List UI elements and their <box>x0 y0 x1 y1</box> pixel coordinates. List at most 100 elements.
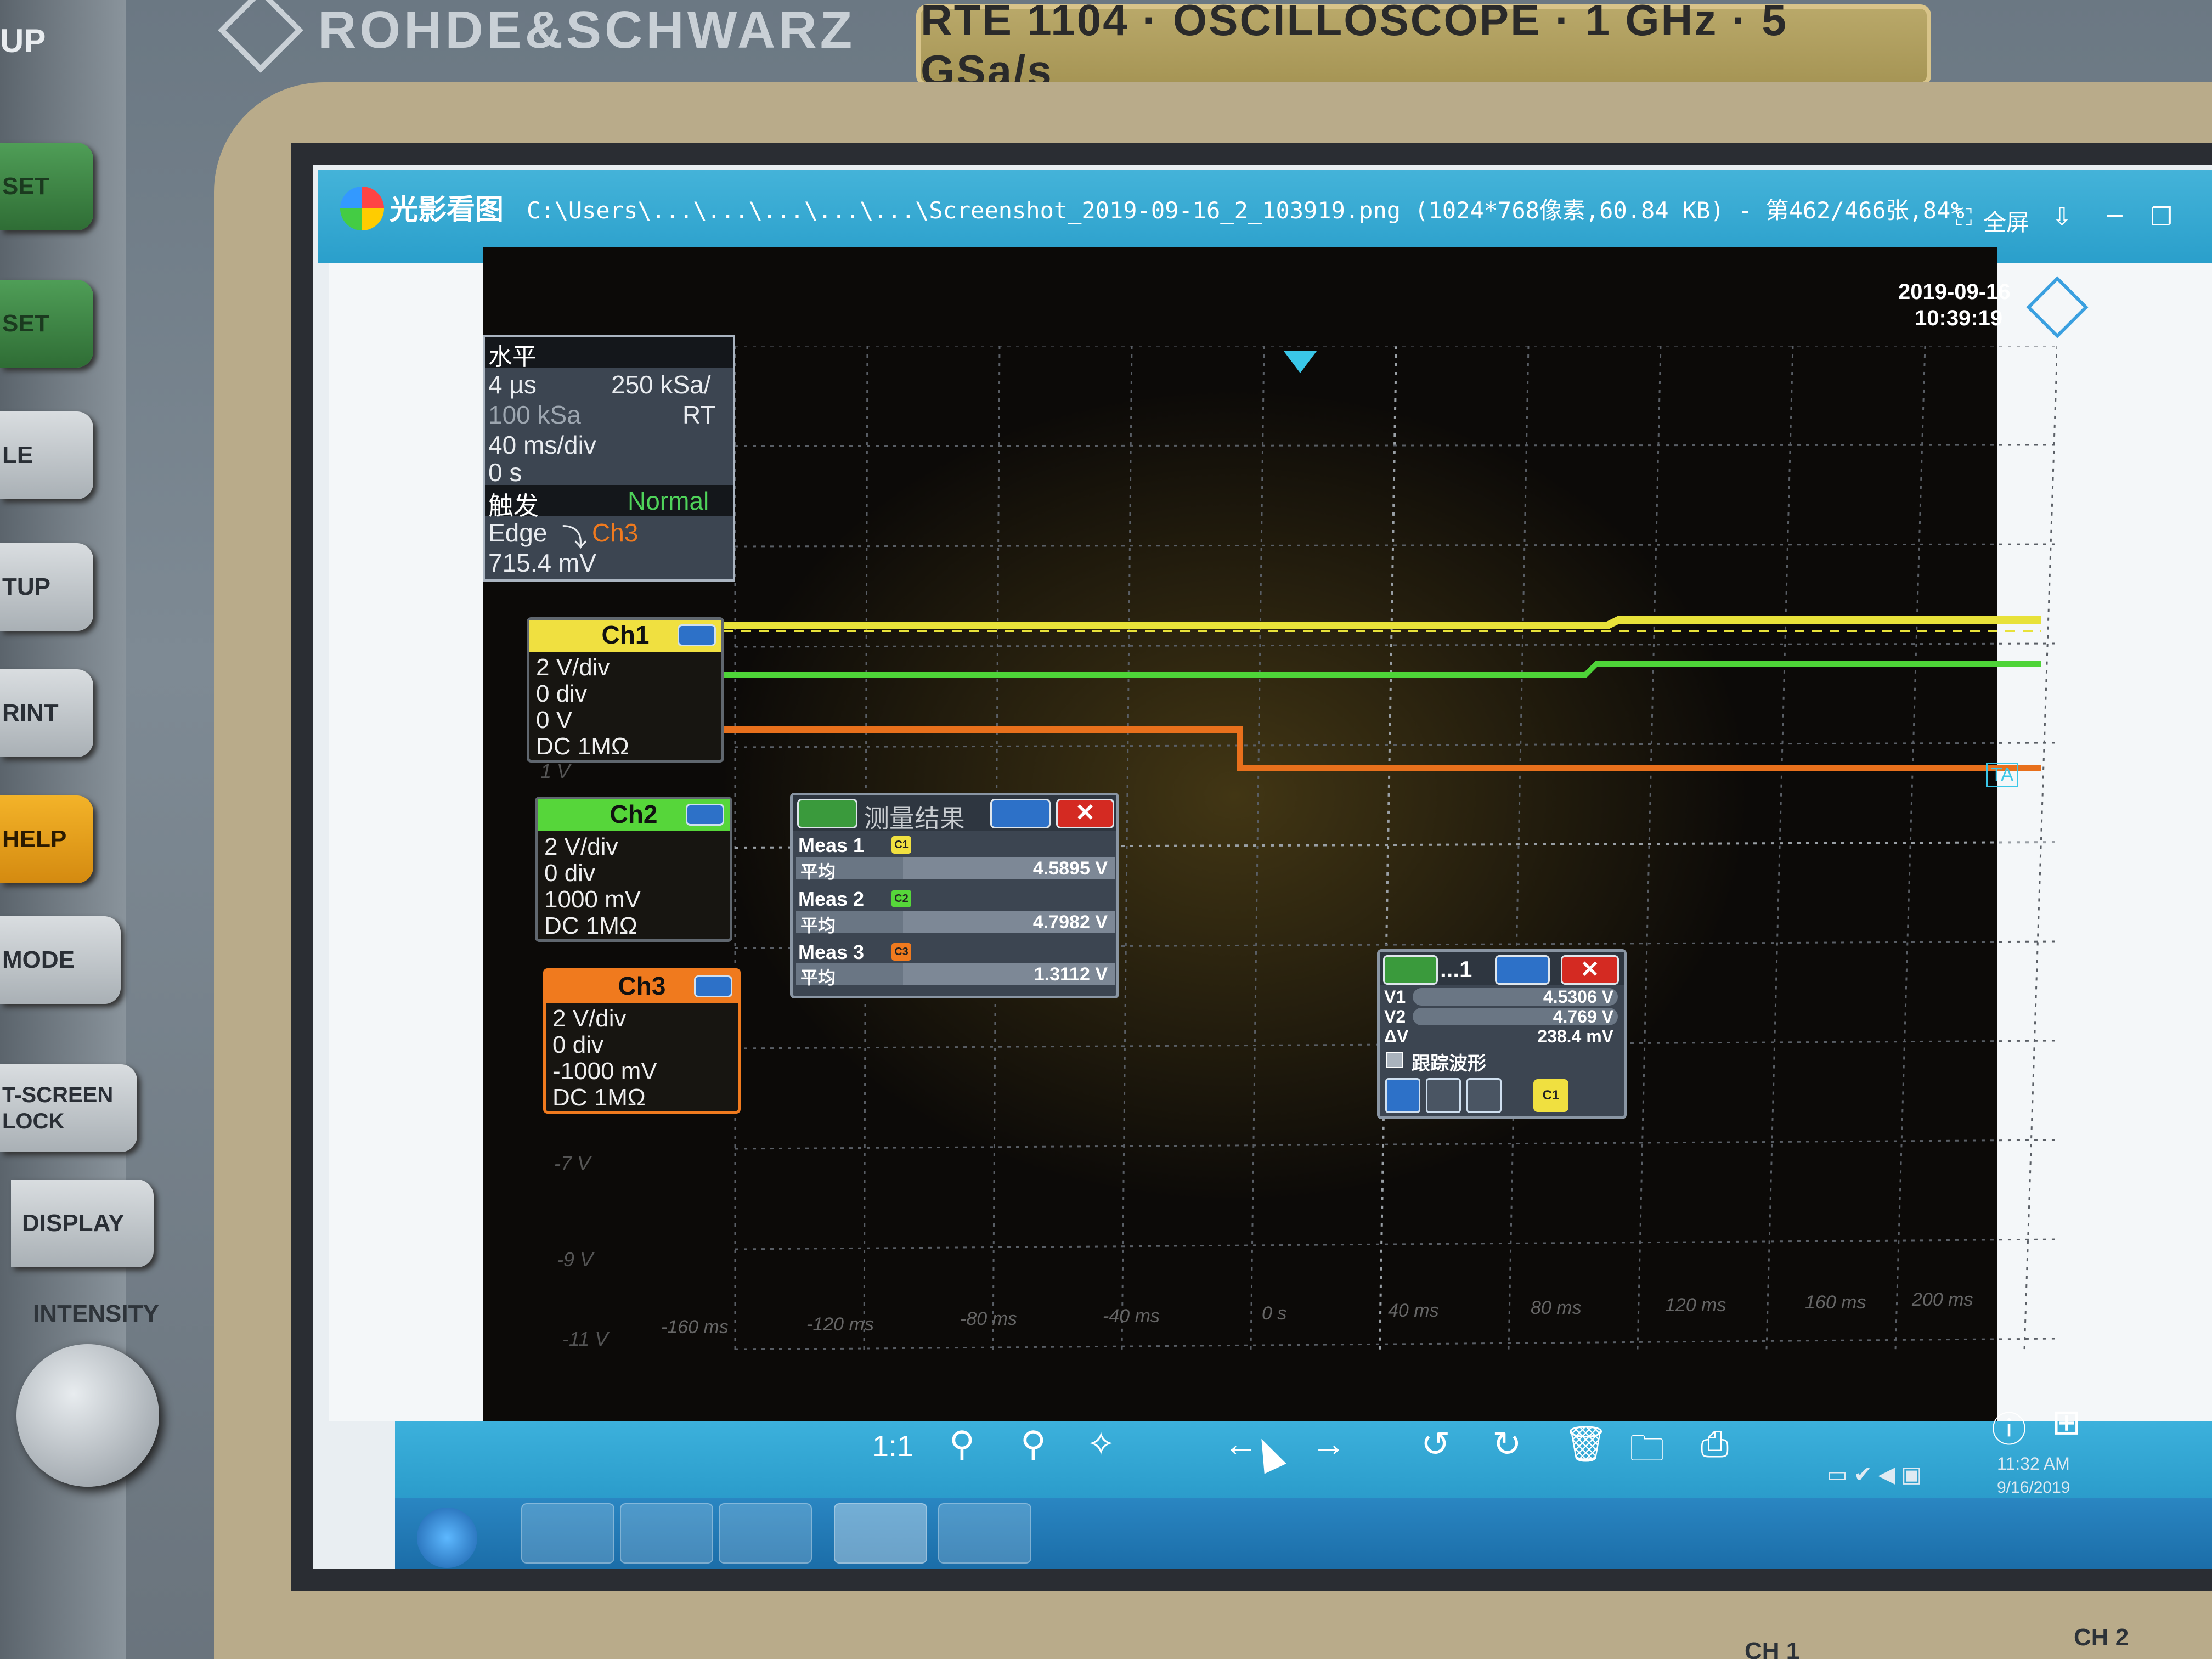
scope-time: 10:39:19 <box>1915 306 2003 330</box>
image-viewer-app-icon <box>340 187 384 230</box>
horizontal-position: 0 s <box>488 458 522 487</box>
brand-name: ROHDE&SCHWARZ <box>318 1 856 59</box>
side-button-label: LE <box>2 442 33 469</box>
zoom-in-icon[interactable]: ⚲ <box>949 1424 975 1465</box>
taskbar-explorer-icon[interactable] <box>620 1503 713 1564</box>
side-button-display[interactable]: DISPLAY <box>11 1180 154 1267</box>
menu-chevron-icon[interactable]: ⇩ <box>2052 203 2072 231</box>
grid-hline <box>735 1139 2057 1150</box>
meas-1-row: 平均 4.5895 V <box>796 857 1115 882</box>
fullscreen-icon[interactable]: ⛶ <box>1956 204 1972 231</box>
side-button-set-2[interactable]: SET <box>0 280 93 368</box>
viewer-file-title: C:\Users\...\...\...\...\...\Screenshot_… <box>527 197 1965 224</box>
channel-2-scale: 2 V/div <box>544 833 618 860</box>
channel-1-scale: 2 V/div <box>536 654 610 681</box>
measurement-panel-title: 测量结果 <box>864 804 965 833</box>
side-button-le[interactable]: LE <box>0 411 93 499</box>
grid-vline <box>1508 346 1530 1350</box>
time-tick-label: -80 ms <box>960 1308 1017 1329</box>
both-cursor-icon[interactable] <box>1466 1078 1502 1113</box>
minimize-panel-button[interactable] <box>686 804 724 826</box>
meas-3-source-chip: C3 <box>891 943 911 961</box>
clock-date[interactable]: 9/16/2019 <box>1997 1479 2070 1497</box>
grid-vline <box>1121 346 1133 1350</box>
channel-3-position: 0 div <box>552 1031 603 1058</box>
vertical-cursor-icon[interactable] <box>1426 1078 1461 1113</box>
rotate-right-icon[interactable]: ↻ <box>1492 1424 1522 1465</box>
cursor-v1-value: 4.5306 V <box>1543 987 1613 1007</box>
cursor-dv-label: ΔV <box>1384 1026 1409 1046</box>
trigger-level-marker[interactable]: TA <box>1986 763 2018 787</box>
bottom-ch1-label: CH 1 <box>1745 1638 1800 1659</box>
horizontal-trigger-panel[interactable]: 水平 4 µs 250 kSa/ 100 kSa RT 40 ms/div 0 … <box>483 335 735 582</box>
wrench-icon[interactable] <box>797 799 857 828</box>
side-button-setup[interactable]: TUP <box>0 543 93 631</box>
horizontal-cursor-icon[interactable] <box>1385 1078 1420 1113</box>
grid-vline <box>1894 346 1926 1350</box>
side-button-mode[interactable]: MODE <box>0 916 121 1004</box>
meas-1-source-chip: C1 <box>891 836 911 854</box>
minimize-panel-button[interactable] <box>678 624 716 646</box>
grid-vline <box>1379 346 1397 1350</box>
print-icon[interactable]: ⎙ <box>1701 1424 1729 1465</box>
open-folder-icon[interactable]: 🗀 <box>1629 1424 1664 1483</box>
meas-1-label: Meas 1 <box>798 834 865 856</box>
actual-size-button[interactable]: 1:1 <box>872 1429 913 1463</box>
horizontal-time-div: 40 ms/div <box>488 431 596 459</box>
tray-icons[interactable]: ▭ ✔ ◀ ▣ <box>1827 1462 1922 1487</box>
trigger-header: 触发 Normal <box>485 485 733 520</box>
cursor-dv-row: ΔV 238.4 mV <box>1384 1026 1620 1046</box>
taskbar-image-viewer-icon[interactable] <box>834 1503 927 1564</box>
minimize-panel-button[interactable] <box>1495 955 1550 985</box>
next-arrow-icon[interactable]: → <box>1311 1424 1346 1464</box>
wrench-icon[interactable] <box>1383 955 1438 985</box>
delete-icon[interactable]: 🗑 <box>1564 1424 1608 1465</box>
volt-label: 1 V <box>540 760 571 782</box>
channel-2-offset: 1000 mV <box>544 886 641 913</box>
channel-3-scale: 2 V/div <box>552 1005 627 1032</box>
channel-3-panel[interactable]: Ch3 2 V/div 0 div -1000 mV DC 1MΩ <box>543 968 741 1114</box>
horizontal-mode: RT <box>682 400 716 429</box>
clock-time[interactable]: 11:32 AM <box>1997 1454 2070 1474</box>
trigger-position-marker[interactable] <box>1284 351 1317 373</box>
grid-vline <box>2023 346 2057 1350</box>
minimize-icon[interactable]: – <box>2107 198 2123 230</box>
rotate-left-icon[interactable]: ↺ <box>1421 1424 1451 1465</box>
side-button-print[interactable]: RINT <box>0 669 93 757</box>
channel-2-panel[interactable]: Ch2 2 V/div 0 div 1000 mV DC 1MΩ <box>535 797 732 942</box>
meas-1-value: 4.5895 V <box>1032 858 1108 879</box>
ch2-trace <box>689 661 2041 678</box>
taskbar-media-icon[interactable] <box>719 1503 812 1564</box>
side-button-help[interactable]: HELP <box>0 795 93 883</box>
fullscreen-button[interactable]: 全屏 <box>1983 204 2029 238</box>
cursor-source-chip[interactable]: C1 <box>1533 1079 1568 1112</box>
side-button-set-1[interactable]: SET <box>0 143 93 230</box>
grid-hline <box>735 1238 2057 1250</box>
viewer-toolbar <box>395 1421 2212 1498</box>
intensity-knob[interactable] <box>16 1344 159 1487</box>
magic-wand-icon[interactable]: ✧ <box>1086 1424 1116 1465</box>
taskbar-rs-app-icon[interactable] <box>938 1503 1031 1564</box>
grid-hline <box>735 742 2057 748</box>
close-icon[interactable]: ✕ <box>1561 955 1619 985</box>
meas-3-value: 1.3112 V <box>1034 964 1108 985</box>
zoom-out-icon[interactable]: ⚲ <box>1020 1424 1046 1465</box>
windows-start-icon[interactable] <box>417 1508 477 1568</box>
close-icon[interactable]: ✕ <box>1056 799 1114 828</box>
measurement-results-panel[interactable]: 测量结果 ✕ Meas 1 C1 平均 4.5895 V Meas 2 C2 平… <box>790 793 1119 998</box>
taskbar-ie-icon[interactable] <box>521 1503 614 1564</box>
track-waveform-checkbox[interactable] <box>1386 1052 1403 1068</box>
info-icon[interactable]: ⓘ <box>1991 1402 2027 1452</box>
side-button-label: RINT <box>2 699 59 726</box>
minimize-panel-button[interactable] <box>990 799 1051 828</box>
trigger-level: 715.4 mV <box>488 549 596 577</box>
minimize-panel-button[interactable] <box>694 975 732 997</box>
restore-icon[interactable]: ❐ <box>2151 203 2172 231</box>
cursor-panel[interactable]: ...1 ✕ V1 4.5306 V V2 4.769 V ΔV 238.4 m… <box>1377 949 1627 1119</box>
channel-1-panel[interactable]: Ch1 2 V/div 0 div 0 V DC 1MΩ <box>527 617 724 763</box>
channel-1-position: 0 div <box>536 680 587 707</box>
grid-view-icon[interactable]: ⊞ <box>2052 1402 2081 1443</box>
channel-1-coupling: DC 1MΩ <box>536 733 629 760</box>
side-button-touchscreen-lock[interactable]: T-SCREEN LOCK <box>0 1064 137 1152</box>
channel-2-coupling: DC 1MΩ <box>544 912 637 939</box>
